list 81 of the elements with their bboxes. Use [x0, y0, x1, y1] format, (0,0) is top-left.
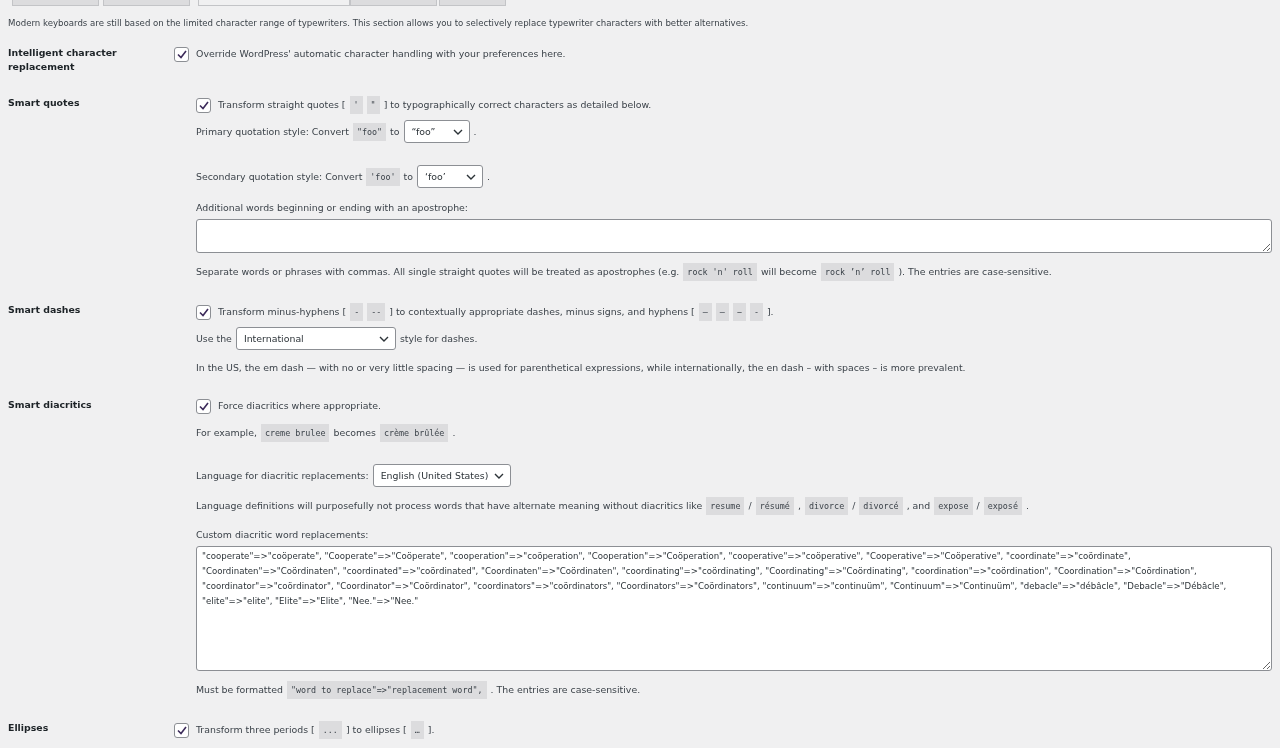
setting-label: Smart dashes [8, 303, 82, 317]
label-text: Transform minus-hyphens [ [218, 305, 347, 319]
label-text: . [452, 426, 456, 440]
code-snippet: - [350, 303, 364, 321]
field-label: Custom diacritic word replacements: [196, 528, 370, 542]
label-text: . [486, 169, 490, 184]
code-snippet: resume [706, 497, 745, 515]
label-text: In the US, the em dash — with no or very little spacing — is used for parenthetical expressions, while internationally, the en dash – with spaces – is more prevalent. [196, 361, 966, 375]
label-text: ] to contextually appropriate dashes, minus signs, and hyphens [ [389, 305, 695, 319]
chevron-down-icon [494, 472, 505, 479]
code-snippet: divorce [804, 497, 849, 515]
label-text: . [1025, 499, 1029, 513]
label-text: Language for diacritic replacements: [196, 468, 369, 483]
code-snippet: ' [349, 96, 363, 114]
code-snippet: "foo" [352, 122, 387, 141]
code-snippet: ... [318, 721, 342, 739]
label-text: Force diacritics where appropriate. [218, 399, 381, 413]
checkbox[interactable] [196, 304, 211, 320]
dropdown-select[interactable]: English (United States) [372, 464, 512, 487]
label-text: , [797, 499, 801, 513]
code-snippet: ‐ [749, 303, 763, 321]
code-snippet: 'foo' [366, 167, 400, 186]
label-text: ] to ellipses [ [345, 723, 407, 737]
label-text: / [976, 499, 980, 513]
label-text: Transform straight quotes [ [218, 98, 346, 112]
code-snippet: crème brûlée [379, 424, 449, 442]
text-area[interactable]: "cooperate"=>"coöperate", "Cooperate"=>"Coöperate", "cooperation"=>"coöperation", "Cooperation"=>"Coöperation", "cooperative"=>"coöperative", "Cooperative"=>"Coöperative", "coordinate"=>"coördinate", "Coordinaten"=>"Coördinaten", "coordinated"=>"coördinated", "Coordinaten"=>"Coördinaten", "coordinating"=>"coördinating", "Coordinating"=>"Coördinating", "coordination"=>"coördination", "Coordination"=>"Coördination", "coordinator"=>"coördinator", "Coordinator"=>"Coördinator", "coordinators"=>"coördinators", "Coordinators"=>"Coördinators", "continuum"=>"continuüm", "Continuum"=>"Continuüm", "debacle"=>"débâcle", "Debacle"=>"Débâcle", "elite"=>"elite", "Elite"=>"Elite", "Nee."=>"Nee." [196, 546, 1272, 671]
checkbox[interactable] [174, 722, 189, 738]
label-text: , and [906, 499, 931, 513]
dropdown-select[interactable]: “foo” [403, 120, 470, 143]
code-snippet: rock 'n' roll [683, 263, 757, 281]
label-text: Secondary quotation style: Convert [196, 169, 363, 184]
label-text: to [390, 124, 400, 139]
setting-label: Ellipses [8, 721, 50, 735]
label-text: becomes [333, 426, 376, 440]
code-snippet: creme brulee [260, 424, 330, 442]
label-text: Separate words or phrases with commas. All single straight quotes will be treated as apostrophes (e.g. [196, 265, 680, 279]
code-snippet: résumé [755, 497, 794, 515]
label-text: will become [760, 265, 817, 279]
code-snippet: exposé [983, 497, 1022, 515]
chevron-down-icon [378, 335, 389, 342]
code-snippet: divorcé [859, 497, 903, 515]
setting-label: Smart diacritics [8, 398, 93, 412]
code-snippet: − [732, 303, 746, 321]
label-text: ). The entries are case-sensitive. [898, 265, 1052, 279]
dropdown-select[interactable]: ‘foo’ [416, 165, 483, 188]
chevron-down-icon [452, 128, 463, 135]
code-snippet: — [715, 303, 729, 321]
label-text: For example, [196, 426, 257, 440]
label-text: . The entries are case-sensitive. [490, 683, 641, 697]
label-text: Language definitions will purposefully not process words that have alternate meaning without diacritics like [196, 499, 703, 513]
code-snippet: -- [367, 303, 386, 321]
label-text: ]. [427, 723, 435, 737]
dropdown-select[interactable]: International [235, 327, 396, 350]
code-snippet: "word to replace"=>"replacement word", [286, 681, 487, 699]
code-snippet: expose [934, 497, 973, 515]
checkbox[interactable] [196, 398, 211, 414]
label-text: to [403, 169, 413, 184]
label-text: ]. [766, 305, 774, 319]
code-snippet: … [410, 721, 424, 739]
label-text: / [748, 499, 752, 513]
code-snippet: rock ’n’ roll [820, 263, 895, 281]
field-label: Additional words beginning or ending with an apostrophe: [196, 201, 470, 215]
checkbox[interactable] [196, 97, 211, 113]
label-text: style for dashes. [399, 331, 478, 346]
section-description: Modern keyboards are still based on the limited character range of typewriters. This section allows you to selectively replace typewriter characters with better alternatives. [8, 18, 750, 28]
label-text: / [852, 499, 856, 513]
chevron-down-icon [465, 173, 476, 180]
label-text: Transform three periods [ [196, 723, 315, 737]
checkbox[interactable] [174, 46, 189, 62]
label-text: Primary quotation style: Convert [196, 124, 349, 139]
setting-label: Smart quotes [8, 96, 81, 110]
label-text: Override WordPress' automatic character handling with your preferences here. [196, 47, 566, 61]
text-area[interactable] [196, 219, 1272, 253]
label-text: Use the [196, 331, 232, 346]
label-text: Must be formatted [196, 683, 283, 697]
setting-label: Intelligent character replacement [8, 46, 118, 74]
code-snippet: " [366, 96, 380, 114]
label-text: ] to typographically correct characters as detailed below. [383, 98, 652, 112]
label-text: . [473, 124, 477, 139]
code-snippet: – [698, 303, 712, 321]
